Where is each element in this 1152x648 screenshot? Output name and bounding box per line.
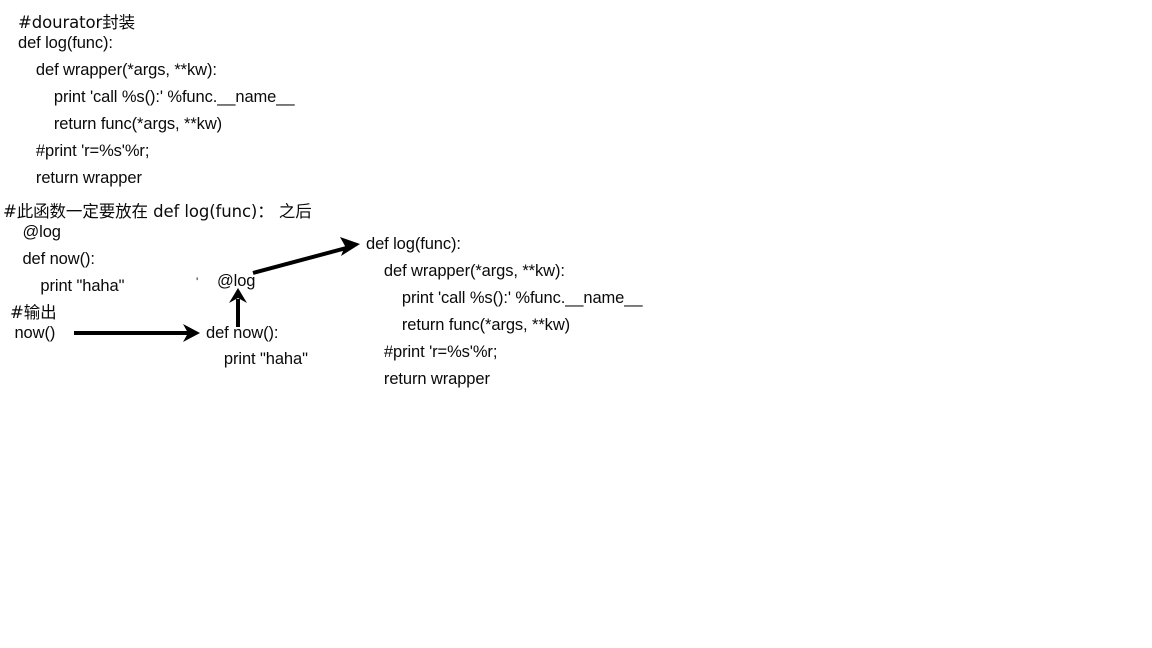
code-line-right-print-r-comment: #print 'r=%s'%r; [366,343,498,361]
code-line-middle-at-log: @log [217,272,256,290]
arrow-defnow-to-atlog [229,288,247,327]
code-line-at-log: @log [18,223,61,241]
code-line-def-log: def log(func): [18,34,113,52]
tick-mark-glyph: ' [196,275,199,289]
code-line-print-haha: print "haha" [18,277,125,295]
code-line-dourator-comment: #dourator封装 [18,13,135,32]
code-line-right-return-wrapper: return wrapper [366,370,490,388]
diagram-canvas: #dourator封装 def log(func): def wrapper(*… [0,0,1152,648]
code-line-def-wrapper: def wrapper(*args, **kw): [18,61,217,79]
code-line-now-call: now() [10,324,56,342]
code-line-return-wrapper: return wrapper [18,169,142,187]
code-line-return-func: return func(*args, **kw) [18,115,223,133]
code-line-print-call: print 'call %s():' %func.__name__ [18,88,295,106]
code-line-right-def-wrapper: def wrapper(*args, **kw): [366,262,565,280]
code-line-middle-print-haha: print "haha" [206,350,308,368]
code-line-def-now: def now(): [18,250,95,268]
code-line-middle-def-now: def now(): [206,324,279,342]
code-line-output-comment: #输出 [10,303,57,322]
arrow-atlog-to-deflog [252,237,360,275]
code-line-placement-note: #此函数一定要放在 def log(func)： 之后 [3,202,312,221]
code-line-print-r-comment: #print 'r=%s'%r; [18,142,150,160]
code-line-right-print-call: print 'call %s():' %func.__name__ [366,289,643,307]
code-line-right-return-func: return func(*args, **kw) [366,316,571,334]
arrow-now-to-defnow [74,324,200,342]
code-line-right-def-log: def log(func): [366,235,461,253]
